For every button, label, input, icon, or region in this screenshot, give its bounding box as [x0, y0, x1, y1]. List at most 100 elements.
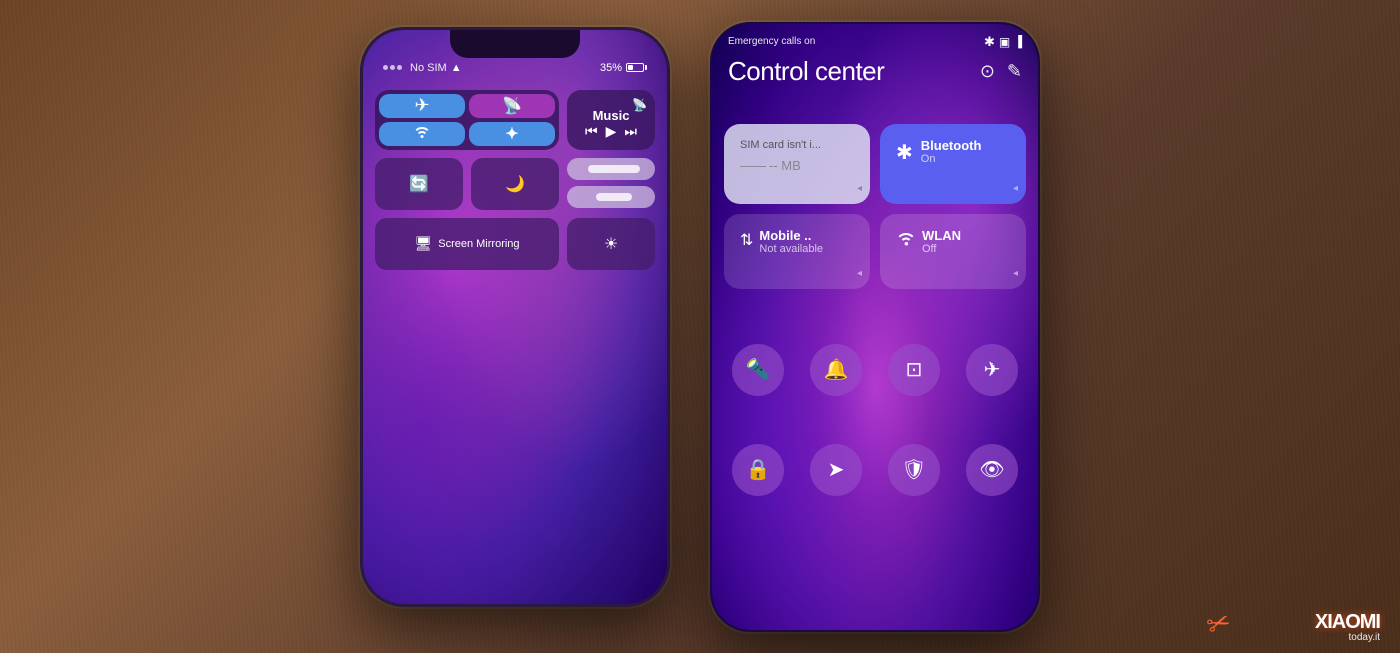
sim-label: SIM card isn't i... — [740, 138, 854, 152]
screen-mirroring-icon: 🖥 — [414, 235, 432, 252]
xiaomi-circle-row2: 🔒 ➤ 🛡 👁 — [724, 444, 1026, 496]
bluetooth-tile-label: Bluetooth — [921, 138, 982, 153]
scissors-icon: ✂ — [1202, 604, 1235, 643]
screen-mirroring-btn[interactable]: 🖥 Screen Mirroring — [375, 218, 559, 270]
wlan-icon — [896, 230, 916, 251]
mobile-data-label: Mobile .. — [759, 228, 823, 243]
privacy-btn[interactable]: 🛡 — [880, 444, 948, 496]
airplane-btn[interactable]: ✈ — [958, 344, 1026, 396]
lock-btn[interactable]: 🔒 — [724, 444, 792, 496]
privacy-icon: 🛡 — [901, 457, 926, 482]
dot-2 — [390, 65, 395, 70]
mobile-data-icon: ⇅ — [740, 230, 753, 250]
control-center-title: Control center — [728, 56, 884, 87]
wlan-arrow-icon: ◂ — [1013, 268, 1018, 279]
brightness-icon: ☀ — [604, 234, 618, 254]
flashlight-btn[interactable]: 🔦 — [724, 344, 792, 396]
xiaomi-circle-row1: 🔦 🔔 ⊡ ✈ — [724, 344, 1026, 396]
dot-1 — [383, 65, 388, 70]
flashlight-icon: 🔦 — [746, 357, 771, 382]
lock-rotation-icon: 🔄 — [409, 174, 429, 194]
bluetooth-arrow-icon: ◂ — [1013, 183, 1018, 194]
bluetooth-status-icon: ✱ — [984, 34, 995, 50]
android-status-icons: ✱ ▣ ▐ — [984, 34, 1022, 50]
android-status-bar: Emergency calls on ✱ ▣ ▐ — [712, 34, 1038, 50]
ios-status-left: No SIM ▲ — [383, 62, 462, 74]
bluetooth-tile[interactable]: ✱ Bluetooth On ◂ — [880, 124, 1026, 204]
carrier-dots — [383, 65, 402, 70]
ios-status-right: 35% — [600, 62, 647, 74]
edit-icon[interactable]: ✎ — [1007, 61, 1022, 82]
cellular-icon: 📡 — [502, 96, 522, 116]
brightness-btn[interactable]: ☀ — [567, 218, 655, 270]
wlan-sublabel: Off — [922, 243, 961, 255]
eye-btn[interactable]: 👁 — [958, 444, 1026, 496]
screen-mirroring-label: Screen Mirroring — [438, 238, 519, 250]
iphone-notch — [450, 30, 580, 58]
settings-icon[interactable]: ⊙ — [980, 61, 995, 82]
xiaomi-main-grid: SIM card isn't i... —— -- MB ◂ ✱ Bluetoo… — [724, 124, 1026, 289]
lock-circle: 🔒 — [732, 444, 784, 496]
xiaomi-title-row: Control center ⊙ ✎ — [712, 56, 1038, 87]
location-icon: ➤ — [828, 457, 845, 482]
wifi-icon — [413, 124, 431, 143]
eye-circle: 👁 — [966, 444, 1018, 496]
bluetooth-tile-sublabel: On — [921, 153, 982, 165]
eye-icon: 👁 — [979, 457, 1004, 482]
iphone-device: No SIM ▲ 35% — [360, 27, 670, 607]
airplane-mode-btn[interactable]: ✈ — [379, 94, 465, 118]
airplay-icon[interactable]: 📡 — [632, 98, 647, 112]
location-btn[interactable]: ➤ — [802, 444, 870, 496]
do-not-disturb-btn[interactable]: 🌙 — [471, 158, 559, 210]
sim-tile[interactable]: SIM card isn't i... —— -- MB ◂ — [724, 124, 870, 204]
xiaomi-site-text: today.it — [1315, 632, 1380, 643]
location-circle: ➤ — [810, 444, 862, 496]
ios-connectivity-quad: ✈ 📡 ✦ — [375, 90, 559, 150]
lock-icon: 🔒 — [746, 457, 771, 482]
mobile-data-tile[interactable]: ⇅ Mobile .. Not available ◂ — [724, 214, 870, 289]
xiaomi-screen: Emergency calls on ✱ ▣ ▐ Control center … — [712, 24, 1038, 630]
volume-fill — [596, 193, 631, 201]
cellular-btn[interactable]: 📡 — [469, 94, 555, 118]
flashlight-circle: 🔦 — [732, 344, 784, 396]
sim-arrow-icon: ◂ — [857, 183, 862, 194]
brightness-fill — [588, 165, 641, 173]
silent-btn[interactable]: 🔔 — [802, 344, 870, 396]
lock-rotation-btn[interactable]: 🔄 — [375, 158, 463, 210]
mobile-data-arrow-icon: ◂ — [857, 268, 862, 279]
fast-forward-icon[interactable]: ⏭ — [624, 123, 637, 140]
privacy-circle: 🛡 — [888, 444, 940, 496]
silent-circle: 🔔 — [810, 344, 862, 396]
airplane-circle: ✈ — [966, 344, 1018, 396]
bluetooth-tile-icon: ✱ — [896, 140, 913, 165]
battery-icon — [626, 63, 647, 72]
bell-icon: 🔔 — [824, 357, 849, 382]
screenshot-circle: ⊡ — [888, 344, 940, 396]
sim-sublabel: —— -- MB — [740, 158, 854, 173]
ios-controls-grid: ✈ 📡 ✦ — [375, 90, 655, 270]
sim-label-text: SIM card isn't i... — [740, 139, 821, 151]
wifi-btn[interactable] — [379, 122, 465, 146]
xiaomi-title-actions: ⊙ ✎ — [980, 61, 1022, 82]
bluetooth-icon: ✦ — [505, 124, 518, 144]
mobile-data-sublabel: Not available — [759, 243, 823, 255]
signal-icon: ▣ — [999, 35, 1010, 49]
play-icon[interactable]: ▶ — [606, 123, 617, 140]
main-scene: No SIM ▲ 35% — [0, 0, 1400, 653]
rewind-icon[interactable]: ⏮ — [585, 123, 598, 140]
iphone-screen: No SIM ▲ 35% — [363, 30, 667, 604]
wlan-tile[interactable]: WLAN Off ◂ — [880, 214, 1026, 289]
battery-percent: 35% — [600, 62, 622, 74]
music-tile[interactable]: 📡 Music ⏮ ▶ ⏭ — [567, 90, 655, 150]
screenshot-btn[interactable]: ⊡ — [880, 344, 948, 396]
wifi-status-icon: ▲ — [451, 62, 462, 74]
airplane-icon: ✈ — [414, 95, 429, 116]
xiaomi-device: Emergency calls on ✱ ▣ ▐ Control center … — [710, 22, 1040, 632]
bluetooth-btn[interactable]: ✦ — [469, 122, 555, 146]
emergency-text: Emergency calls on — [728, 36, 815, 47]
moon-icon: 🌙 — [505, 174, 525, 194]
sim-mb-text: -- MB — [769, 158, 801, 173]
battery-status-icon: ▐ — [1014, 36, 1022, 48]
music-controls: ⏮ ▶ ⏭ — [585, 123, 637, 140]
music-label: Music — [593, 108, 630, 123]
